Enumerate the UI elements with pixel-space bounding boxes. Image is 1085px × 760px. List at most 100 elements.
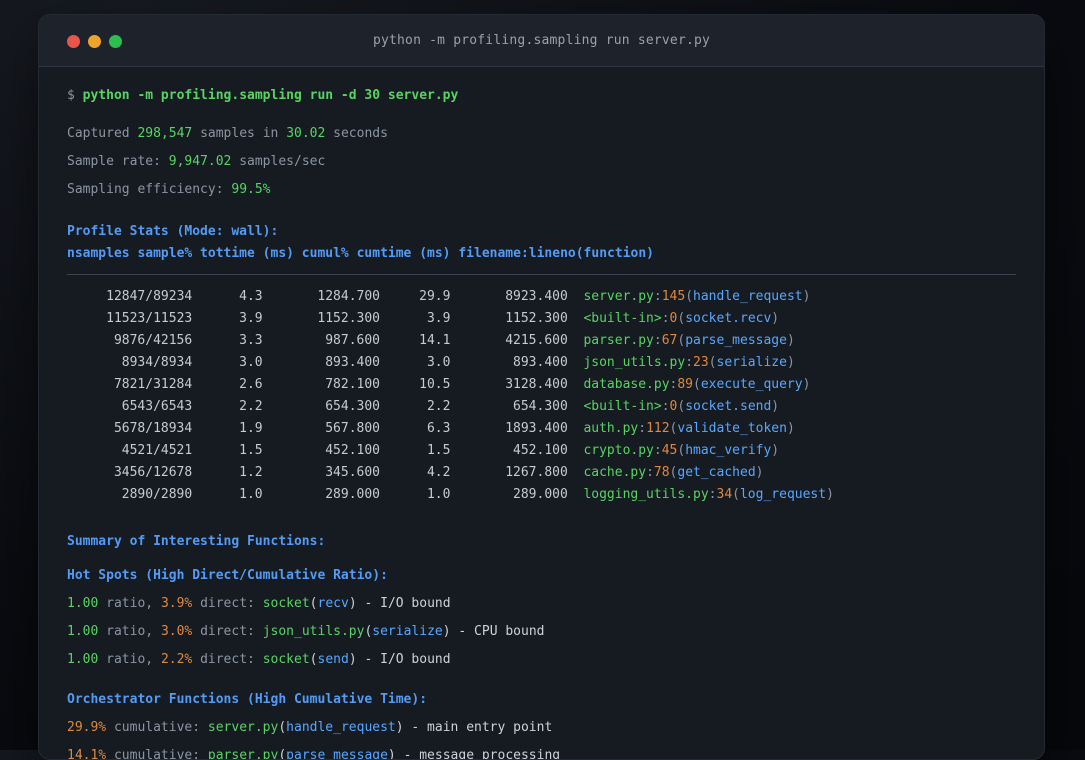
close-paren: ) — [395, 720, 404, 735]
direct-pct-value: 2.2% — [160, 652, 193, 667]
cumtime-cell: 452.100 — [513, 443, 568, 458]
cumul-pct-cell: 3.9 — [426, 311, 451, 326]
colon-separator: : — [653, 289, 662, 304]
module-name: server.py — [207, 720, 279, 735]
location-cell: json_utils.py:23(serialize) — [576, 352, 1016, 374]
minimize-button[interactable] — [88, 34, 101, 48]
command-line: $ python -m profiling.sampling run -d 30… — [67, 86, 1016, 106]
efficiency-value: 99.5% — [231, 182, 271, 197]
function-name: recv — [317, 596, 349, 611]
direct-label: direct: — [200, 624, 255, 639]
cumul-pct-cell: 1.5 — [426, 443, 451, 458]
function-name: socket.recv — [685, 311, 772, 326]
cumul-pct-cell: 4.2 — [426, 465, 451, 480]
cumul-pct-cell: 3.0 — [426, 355, 451, 370]
hot-spots-list: 1.00 ratio, 3.9% direct: socket(recv) - … — [67, 594, 1016, 670]
close-button[interactable] — [67, 34, 80, 48]
close-paren: ) — [755, 465, 764, 480]
sample-pct-cell: 4.3 — [239, 289, 263, 304]
colon-separator: : — [638, 421, 647, 436]
window-controls — [67, 15, 122, 67]
close-paren: ) — [786, 333, 795, 348]
location-cell: crypto.py:45(hmac_verify) — [576, 440, 1016, 462]
direct-pct-value: 3.0% — [160, 624, 193, 639]
ratio-label: ratio, — [106, 652, 154, 667]
sample-pct-cell: 2.6 — [239, 377, 263, 392]
orchestrators-heading: Orchestrator Functions (High Cumulative … — [67, 692, 428, 707]
sample-pct-cell: 3.0 — [239, 355, 263, 370]
table-row: 7821/31284 2.6 782.100 10.5 3128.400 database… — [67, 374, 1016, 396]
nsamples-cell: 5678/18934 — [113, 421, 193, 436]
close-paren: ) — [348, 652, 357, 667]
sample-rate-unit: samples/sec — [239, 154, 326, 169]
open-paren: ( — [693, 377, 701, 392]
tottime-cell: 1152.300 — [317, 311, 381, 326]
table-row: 9876/42156 3.3 987.600 14.1 4215.600 parser.p… — [67, 330, 1016, 352]
captured-line: Captured 298,547 samples in 30.02 second… — [67, 124, 1016, 144]
file-name: crypto.py — [583, 443, 654, 458]
tottime-cell: 893.400 — [325, 355, 381, 370]
title-bar[interactable]: python -m profiling.sampling run server.… — [39, 15, 1044, 67]
tottime-cell: 452.100 — [325, 443, 381, 458]
close-paren: ) — [786, 355, 795, 370]
line-number: 23 — [693, 355, 709, 370]
sample-rate-value: 9,947.02 — [168, 154, 232, 169]
function-name: handle_request — [693, 289, 803, 304]
hot-spot-line: 1.00 ratio, 3.0% direct: json_utils.py(s… — [67, 622, 1016, 642]
cumul-pct-cell: 1.0 — [426, 487, 451, 502]
ratio-label: ratio, — [106, 624, 154, 639]
location-cell: database.py:89(execute_query) — [576, 374, 1016, 396]
line-number: 67 — [661, 333, 678, 348]
zoom-button[interactable] — [109, 34, 122, 48]
direct-pct-value: 3.9% — [160, 596, 193, 611]
captured-seconds-label: seconds — [333, 126, 388, 141]
function-name: log_request — [739, 487, 827, 502]
cumtime-cell: 4215.600 — [505, 333, 568, 348]
tottime-cell: 654.300 — [325, 399, 381, 414]
hot-spot-line: 1.00 ratio, 2.2% direct: socket(send) - … — [67, 650, 1016, 670]
orchestrator-line: 14.1% cumulative: parser.py(parse_messag… — [67, 746, 1016, 759]
file-name: auth.py — [583, 421, 639, 436]
nsamples-cell: 9876/42156 — [113, 333, 193, 348]
cumtime-cell: 3128.400 — [505, 377, 568, 392]
hot-spot-line: 1.00 ratio, 3.9% direct: socket(recv) - … — [67, 594, 1016, 614]
module-name: socket — [262, 652, 310, 667]
open-paren: ( — [708, 355, 717, 370]
module-name: socket — [262, 596, 310, 611]
close-paren: ) — [771, 399, 780, 414]
table-row: 11523/11523 3.9 1152.300 3.9 1152.300 <built-… — [67, 308, 1016, 330]
cumul-pct-cell: 29.9 — [419, 289, 451, 304]
close-paren: ) — [771, 443, 780, 458]
file-name: json_utils.py — [583, 355, 686, 370]
ratio-label: ratio, — [106, 596, 154, 611]
shell-prompt: $ — [67, 88, 75, 103]
sample-rate-line: Sample rate: 9,947.02 samples/sec — [67, 152, 1016, 172]
cumul-pct-cell: 10.5 — [419, 377, 451, 392]
nsamples-cell: 4521/4521 — [121, 443, 193, 458]
line-number: 34 — [716, 487, 733, 502]
location-cell: parser.py:67(parse_message) — [576, 330, 1016, 352]
file-name: <built-in> — [583, 399, 662, 414]
location-cell: server.py:145(handle_request) — [576, 286, 1016, 308]
open-paren: ( — [732, 487, 740, 502]
sample-pct-cell: 3.3 — [239, 333, 263, 348]
nsamples-cell: 8934/8934 — [121, 355, 193, 370]
tottime-cell: 782.100 — [325, 377, 381, 392]
line-number: 45 — [661, 443, 678, 458]
file-name: cache.py — [583, 465, 647, 480]
orchestrator-line: 29.9% cumulative: server.py(handle_reque… — [67, 718, 1016, 738]
file-name: server.py — [583, 289, 654, 304]
efficiency-label: Sampling efficiency: — [67, 182, 224, 197]
table-divider — [67, 274, 1016, 275]
open-paren: ( — [685, 289, 694, 304]
sample-pct-cell: 1.2 — [239, 465, 263, 480]
ratio-value: 1.00 — [67, 652, 99, 667]
open-paren: ( — [278, 720, 287, 735]
location-cell: cache.py:78(get_cached) — [576, 462, 1016, 484]
window-title: python -m profiling.sampling run server.… — [372, 33, 711, 48]
cumtime-cell: 8923.400 — [505, 289, 568, 304]
location-cell: <built-in>:0(socket.send) — [576, 396, 1016, 418]
captured-label: Captured — [67, 126, 130, 141]
ratio-value: 1.00 — [67, 596, 99, 611]
terminal-content: $ python -m profiling.sampling run -d 30… — [39, 67, 1044, 759]
